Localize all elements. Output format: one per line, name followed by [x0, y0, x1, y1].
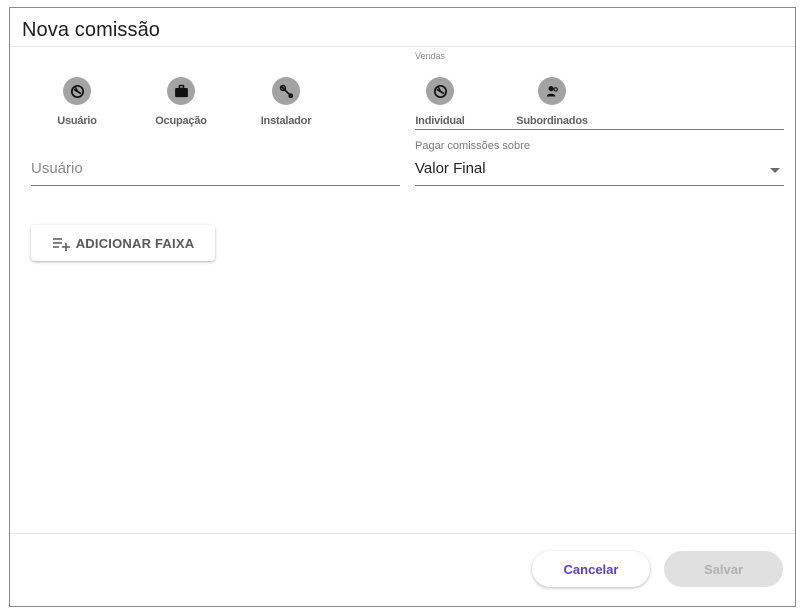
add-range-label: ADICIONAR FAIXA [75, 235, 195, 251]
cancel-button[interactable]: Cancelar [532, 551, 650, 587]
new-commission-dialog: Nova comissão Usuário Ocupação Instalado… [9, 7, 796, 607]
vendas-option-label: Individual [415, 115, 465, 127]
pay-commission-select[interactable]: Pagar comissões sobre Valor Final [415, 139, 784, 186]
vendas-option-subordinados[interactable]: Subordinados [510, 77, 594, 129]
vendas-option-individual[interactable]: Individual [400, 77, 480, 129]
user-history-icon [426, 77, 454, 105]
type-option-label: Instalador [260, 115, 312, 127]
save-button[interactable]: Salvar [664, 551, 783, 587]
type-option-usuario[interactable]: Usuário [37, 77, 117, 129]
type-option-label: Usuário [57, 115, 97, 127]
user-field[interactable]: Usuário [31, 154, 400, 186]
vendas-option-label: Subordinados [516, 115, 588, 127]
user-history-icon [63, 77, 91, 105]
type-option-ocupacao[interactable]: Ocupação [141, 77, 221, 129]
type-option-label: Ocupação [155, 115, 207, 127]
user-field-placeholder: Usuário [31, 160, 83, 177]
dialog-title: Nova comissão [22, 19, 161, 41]
briefcase-icon [167, 77, 195, 105]
footer-divider [10, 533, 795, 534]
add-range-button[interactable]: ADICIONAR FAIXA [31, 225, 215, 261]
vendas-underline [415, 129, 784, 130]
wrench-icon [272, 77, 300, 105]
pay-commission-label: Pagar comissões sobre [415, 140, 530, 152]
title-divider [10, 46, 795, 47]
playlist-add-icon [52, 235, 72, 251]
type-option-instalador[interactable]: Instalador [246, 77, 326, 129]
account-group-icon [538, 77, 566, 105]
vendas-label: Vendas [415, 51, 446, 61]
pay-commission-value: Valor Final [415, 160, 486, 177]
dropdown-caret-icon [770, 168, 780, 173]
